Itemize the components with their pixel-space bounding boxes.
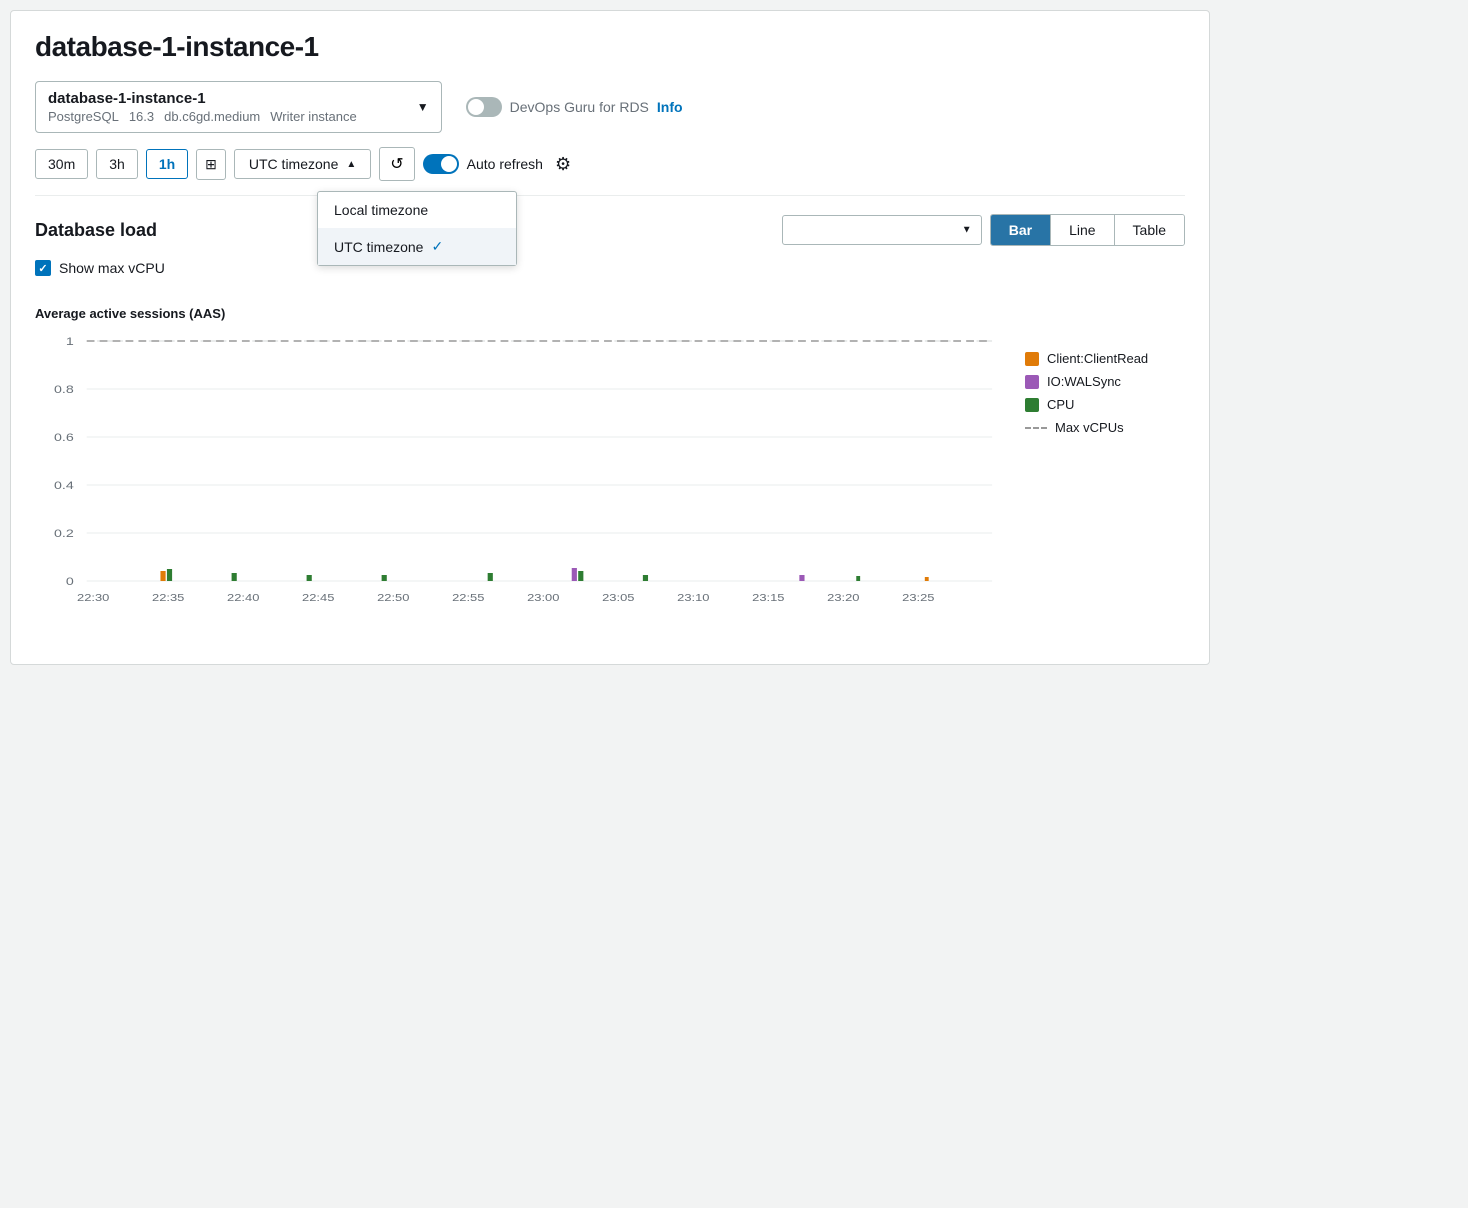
auto-refresh-toggle[interactable]: [423, 154, 459, 174]
svg-text:0.2: 0.2: [54, 527, 74, 540]
legend-color-clientread: [1025, 352, 1039, 366]
svg-text:0.4: 0.4: [54, 479, 74, 492]
chart-area: 1 0.8 0.6 0.4 0.2 0: [35, 331, 1185, 634]
view-buttons: Bar Line Table: [990, 214, 1185, 246]
auto-refresh-label: Auto refresh: [467, 156, 543, 172]
instance-row: database-1-instance-1 PostgreSQL 16.3 db…: [35, 81, 1185, 133]
show-max-row: Show max vCPU: [35, 260, 1185, 276]
db-load-title: Database load: [35, 220, 157, 241]
svg-text:22:30: 22:30: [77, 593, 109, 603]
legend-label-maxvcpu: Max vCPUs: [1055, 420, 1124, 435]
db-load-header: Database load Bar Line Table: [35, 214, 1185, 246]
chart-container: Average active sessions (AAS) 1 0.8 0.6 …: [35, 296, 1185, 644]
legend-color-walsync: [1025, 375, 1039, 389]
legend-item-walsync: IO:WALSync: [1025, 374, 1185, 389]
calendar-button[interactable]: ⊞: [196, 149, 226, 180]
svg-text:0.8: 0.8: [54, 383, 74, 396]
svg-text:22:50: 22:50: [377, 593, 409, 603]
dropdown-arrow-icon: ▼: [417, 100, 429, 114]
svg-text:22:45: 22:45: [302, 593, 334, 603]
svg-text:0: 0: [66, 575, 74, 588]
db-load-section: Database load Bar Line Table Show max vC…: [35, 214, 1185, 644]
view-btn-table[interactable]: Table: [1115, 215, 1184, 245]
time-btn-30m[interactable]: 30m: [35, 149, 88, 179]
db-load-selector[interactable]: [782, 215, 982, 245]
legend-label-clientread: Client:ClientRead: [1047, 351, 1148, 366]
devops-guru-label: DevOps Guru for RDS: [510, 99, 649, 115]
svg-text:22:40: 22:40: [227, 593, 259, 603]
time-btn-3h[interactable]: 3h: [96, 149, 138, 179]
legend-label-walsync: IO:WALSync: [1047, 374, 1121, 389]
svg-text:22:55: 22:55: [452, 593, 484, 603]
time-btn-1h[interactable]: 1h: [146, 149, 188, 179]
db-load-select-wrapper: [782, 215, 982, 245]
svg-text:23:10: 23:10: [677, 593, 709, 603]
calendar-icon: ⊞: [205, 156, 217, 172]
tz-option-utc[interactable]: UTC timezone ✓: [318, 228, 516, 265]
timezone-arrow-icon: ▲: [346, 159, 356, 170]
tz-option-utc-label: UTC timezone: [334, 239, 423, 255]
timezone-label: UTC timezone: [249, 156, 338, 172]
svg-text:23:05: 23:05: [602, 593, 634, 603]
version: 16.3: [129, 109, 154, 124]
timezone-dropdown: Local timezone UTC timezone ✓: [317, 191, 517, 266]
svg-text:0.6: 0.6: [54, 431, 74, 444]
chart-svg: 1 0.8 0.6 0.4 0.2 0: [35, 331, 1005, 631]
page-title: database-1-instance-1: [35, 31, 1185, 63]
svg-text:22:35: 22:35: [152, 593, 184, 603]
db-load-controls: Bar Line Table: [782, 214, 1185, 246]
settings-button[interactable]: ⚙: [551, 150, 575, 179]
show-max-vcpu-label: Show max vCPU: [59, 260, 165, 276]
view-btn-line[interactable]: Line: [1051, 215, 1114, 245]
chart-title: Average active sessions (AAS): [35, 306, 1185, 321]
chart-graph: 1 0.8 0.6 0.4 0.2 0: [35, 331, 1005, 634]
role: Writer instance: [270, 109, 356, 124]
legend-item-cpu: CPU: [1025, 397, 1185, 412]
refresh-button[interactable]: ↺: [379, 147, 414, 181]
instance-type: db.c6gd.medium: [164, 109, 260, 124]
timezone-button[interactable]: UTC timezone ▲: [234, 149, 371, 179]
tz-option-local-label: Local timezone: [334, 202, 428, 218]
check-icon: ✓: [431, 238, 443, 255]
legend-dashed-maxvcpu: [1025, 427, 1047, 429]
page-wrapper: database-1-instance-1 database-1-instanc…: [10, 10, 1210, 665]
instance-selector-text: database-1-instance-1 PostgreSQL 16.3 db…: [48, 90, 357, 124]
controls-row: 30m 3h 1h ⊞ UTC timezone ▲ Local timezon…: [35, 147, 1185, 196]
show-max-vcpu-checkbox[interactable]: [35, 260, 51, 276]
chart-legend: Client:ClientRead IO:WALSync CPU Max vCP…: [1025, 331, 1185, 634]
refresh-icon: ↺: [390, 156, 403, 173]
legend-label-cpu: CPU: [1047, 397, 1074, 412]
tz-option-local[interactable]: Local timezone: [318, 192, 516, 228]
svg-text:23:25: 23:25: [902, 593, 934, 603]
legend-item-clientread: Client:ClientRead: [1025, 351, 1185, 366]
instance-selector[interactable]: database-1-instance-1 PostgreSQL 16.3 db…: [35, 81, 442, 133]
view-btn-bar[interactable]: Bar: [991, 215, 1051, 245]
svg-text:23:15: 23:15: [752, 593, 784, 603]
info-link[interactable]: Info: [657, 99, 683, 115]
instance-name: database-1-instance-1: [48, 90, 357, 107]
instance-meta: PostgreSQL 16.3 db.c6gd.medium Writer in…: [48, 109, 357, 124]
svg-text:23:20: 23:20: [827, 593, 859, 603]
engine: PostgreSQL: [48, 109, 119, 124]
legend-color-cpu: [1025, 398, 1039, 412]
devops-guru-row: DevOps Guru for RDS Info: [466, 97, 683, 117]
legend-item-maxvcpu: Max vCPUs: [1025, 420, 1185, 435]
gear-icon: ⚙: [555, 154, 571, 174]
svg-text:1: 1: [66, 335, 74, 348]
devops-guru-toggle[interactable]: [466, 97, 502, 117]
svg-text:23:00: 23:00: [527, 593, 559, 603]
